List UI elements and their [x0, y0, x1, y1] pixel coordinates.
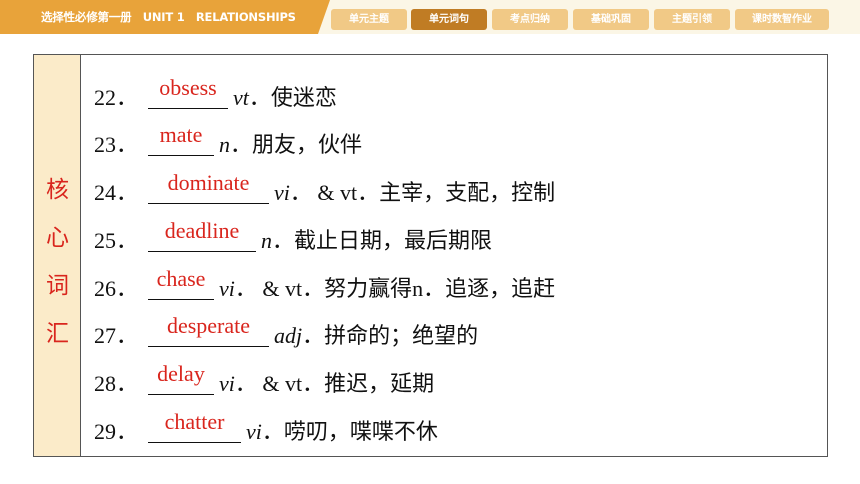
book-title-banner: 选择性必修第一册 UNIT 1 RELATIONSHIPS: [0, 0, 330, 34]
answer-text: chase: [156, 266, 206, 291]
side-label-char: 词: [46, 273, 69, 299]
vocab-number: 26．: [94, 276, 139, 301]
vocab-number: 23．: [94, 132, 139, 157]
tab-theme-guide[interactable]: 主题引领: [654, 9, 730, 30]
answer-blank: chatter: [148, 408, 241, 443]
vocab-number: 24．: [94, 180, 139, 205]
part-of-speech: vi: [246, 419, 262, 444]
side-label-char: 核: [46, 177, 69, 203]
side-label-column: 核 心 词 汇: [34, 55, 81, 456]
side-label-char: 汇: [46, 321, 69, 347]
answer-blank: dominate: [148, 169, 269, 204]
answer-text: deadline: [164, 218, 240, 243]
answer-text: mate: [159, 122, 203, 147]
tab-unit-theme[interactable]: 单元主题: [331, 9, 407, 30]
vocab-meaning: ．唠叨，喋喋不休: [261, 419, 438, 444]
part-of-speech: vi: [274, 180, 290, 205]
answer-blank: chase: [148, 265, 214, 300]
answer-blank: obsess: [148, 74, 228, 109]
tab-unit-words[interactable]: 单元词句: [411, 9, 487, 30]
tab-key-points[interactable]: 考点归纳: [492, 9, 568, 30]
vocabulary-panel: 核 心 词 汇 22． obsess vt．使迷恋 23． mate n．朋友，…: [33, 54, 828, 457]
answer-blank: delay: [148, 360, 214, 395]
part-of-speech: n: [261, 228, 272, 253]
book-title: 选择性必修第一册 UNIT 1 RELATIONSHIPS: [41, 10, 296, 24]
answer-text: chatter: [164, 409, 225, 434]
vocab-meaning: ．拼命的；绝望的: [302, 323, 479, 348]
vocab-number: 27．: [94, 323, 139, 348]
part-of-speech: vt: [233, 85, 249, 110]
answer-text: delay: [157, 361, 205, 386]
answer-text: desperate: [166, 313, 251, 338]
answer-blank: deadline: [148, 217, 256, 252]
vocab-number: 22．: [94, 85, 139, 110]
top-navigation-bar: 选择性必修第一册 UNIT 1 RELATIONSHIPS 单元主题 单元词句 …: [0, 0, 860, 34]
vocab-meaning: ． & vt．努力赢得n．追逐，追赶: [234, 276, 556, 301]
tab-homework[interactable]: 课时数智作业: [735, 9, 829, 30]
answer-text: dominate: [167, 170, 250, 195]
answer-blank: mate: [148, 121, 214, 156]
part-of-speech: vi: [219, 276, 235, 301]
side-label-char: 心: [46, 225, 69, 251]
part-of-speech: vi: [219, 371, 235, 396]
vocab-number: 28．: [94, 371, 139, 396]
vocab-number: 25．: [94, 228, 139, 253]
vocab-meaning: ．截止日期，最后期限: [272, 228, 493, 253]
vocab-meaning: ．使迷恋: [248, 85, 337, 110]
vocab-meaning: ． & vt．主宰，支配，控制: [289, 180, 556, 205]
answer-blank: desperate: [148, 312, 269, 347]
vocab-meaning: ．朋友，伙伴: [230, 132, 363, 157]
answer-text: obsess: [159, 75, 217, 100]
part-of-speech: n: [219, 132, 230, 157]
tab-basic-practice[interactable]: 基础巩固: [573, 9, 649, 30]
vocab-number: 29．: [94, 419, 139, 444]
part-of-speech: adj: [274, 323, 303, 348]
vocab-meaning: ． & vt．推迟，延期: [234, 371, 435, 396]
